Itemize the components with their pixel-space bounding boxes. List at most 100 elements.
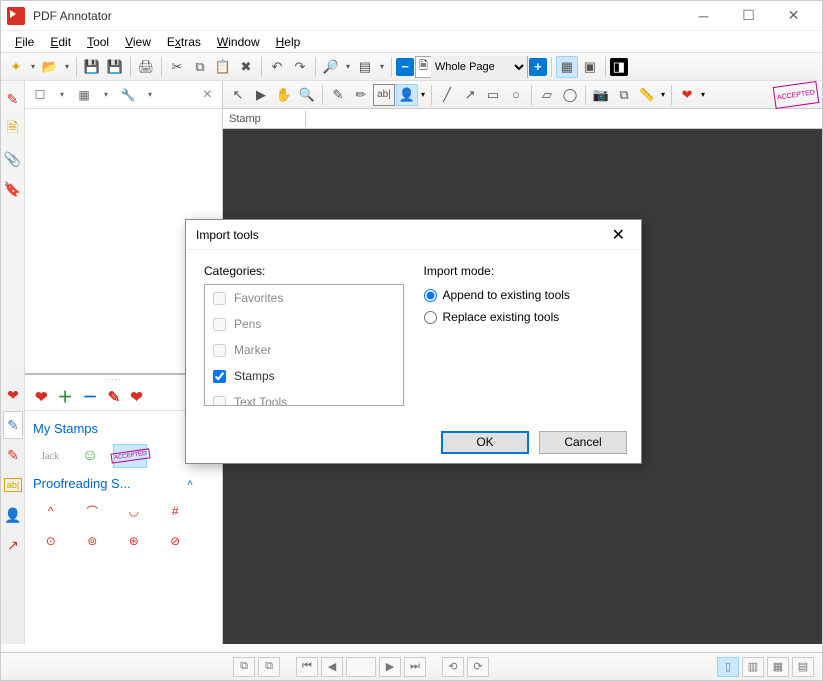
nav-btn-2[interactable]: ⧉ <box>258 657 280 677</box>
menu-help[interactable]: Help <box>268 33 309 51</box>
category-stamps[interactable]: Stamps <box>205 363 403 389</box>
checkbox-marker[interactable] <box>213 344 226 357</box>
menu-edit[interactable]: Edit <box>42 33 79 51</box>
gutter-bookmark-icon[interactable]: 🔖 <box>3 175 23 203</box>
view-twocont-icon[interactable]: ▤ <box>792 657 814 677</box>
stamp-tool-icon[interactable]: 👤 <box>396 84 418 106</box>
nav-last-icon[interactable]: ⏭ <box>404 657 426 677</box>
cancel-button[interactable]: Cancel <box>539 431 627 454</box>
tab-doc-icon[interactable]: ☐ <box>31 86 49 104</box>
tab-wrench-dd[interactable]: ▾ <box>141 86 159 104</box>
section-my-stamps[interactable]: My Stamps ˄ <box>33 417 193 440</box>
stamp-dd[interactable]: ▾ <box>419 90 427 99</box>
menu-window[interactable]: Window <box>209 33 268 51</box>
save-icon[interactable]: 💾 <box>81 56 103 78</box>
tab-book-icon[interactable]: ▦ <box>75 86 93 104</box>
undo-icon[interactable]: ↶ <box>266 56 288 78</box>
open-icon[interactable]: 📂 <box>39 56 61 78</box>
ruler-icon[interactable]: 📏 <box>636 84 658 106</box>
ruler-dd[interactable]: ▾ <box>659 90 667 99</box>
nav-btn-1[interactable]: ⧉ <box>233 657 255 677</box>
stamp-accepted[interactable]: ACCEPTED <box>113 444 147 468</box>
marker-tool-icon[interactable]: ✏ <box>350 84 372 106</box>
maximize-button[interactable]: ☐ <box>726 1 771 31</box>
view-single-icon[interactable]: ▯ <box>717 657 739 677</box>
stamp-jack[interactable]: Jack <box>33 444 67 468</box>
redo-icon[interactable]: ↷ <box>289 56 311 78</box>
tab-wrench-icon[interactable]: 🔧 <box>119 86 137 104</box>
menu-view[interactable]: View <box>117 33 159 51</box>
find-icon[interactable]: 🔎 <box>320 56 342 78</box>
fullscreen-button[interactable]: ◨ <box>610 58 628 76</box>
section-proofreading[interactable]: Proofreading S... ˄ <box>33 472 193 495</box>
checkbox-text-tools[interactable] <box>213 396 226 407</box>
proof-mark-6[interactable]: ⊚ <box>79 531 107 551</box>
open-dropdown[interactable]: ▾ <box>62 62 72 71</box>
eraser-tool-icon[interactable]: ▱ <box>536 84 558 106</box>
panel-edit-icon[interactable]: ✎ <box>108 388 121 406</box>
pen-tool-icon[interactable]: ✎ <box>327 84 349 106</box>
minimize-button[interactable]: ─ <box>681 1 726 31</box>
zoom-icon[interactable]: 🔍 <box>296 84 318 106</box>
pointer-icon[interactable]: ↖ <box>227 84 249 106</box>
tool-pen2-icon[interactable]: ✎ <box>3 411 23 439</box>
gutter-attach-icon[interactable]: 📎 <box>3 145 23 173</box>
checkbox-pens[interactable] <box>213 318 226 331</box>
favorite-icon[interactable]: ❤ <box>676 84 698 106</box>
copy-icon[interactable]: ⧉ <box>189 56 211 78</box>
text-tool-icon[interactable]: ab| <box>373 84 395 106</box>
menu-file[interactable]: File <box>7 33 42 51</box>
nav-prev-icon[interactable]: ◀ <box>321 657 343 677</box>
nav-page-field[interactable] <box>346 657 376 677</box>
category-favorites[interactable]: Favorites <box>205 285 403 311</box>
stamp-smile[interactable]: ☺ <box>73 444 107 468</box>
panel-fav-icon[interactable]: ❤ <box>35 388 48 406</box>
bookmark-dropdown[interactable]: ▾ <box>377 62 387 71</box>
zoom-in-button[interactable]: + <box>529 58 547 76</box>
zoom-out-button[interactable]: − <box>396 58 414 76</box>
radio-append[interactable] <box>424 289 437 302</box>
view-cont-icon[interactable]: ▥ <box>742 657 764 677</box>
new-dropdown[interactable]: ▾ <box>28 62 38 71</box>
lasso-icon[interactable]: ▶ <box>250 84 272 106</box>
proof-mark-3[interactable]: ◡ <box>120 501 148 521</box>
proof-mark-1[interactable]: ^ <box>37 501 65 521</box>
checkbox-favorites[interactable] <box>213 292 226 305</box>
tool-heart-icon[interactable]: ❤ <box>3 381 23 409</box>
tool-pencil-icon[interactable]: ✎ <box>3 441 23 469</box>
gutter-pen-icon[interactable]: ✎ <box>3 85 23 113</box>
proof-mark-8[interactable]: ⊘ <box>162 531 190 551</box>
tab-book-dd[interactable]: ▾ <box>97 86 115 104</box>
arrow-tool-icon[interactable]: ↗ <box>459 84 481 106</box>
camera-icon[interactable]: 📷 <box>590 84 612 106</box>
line-tool-icon[interactable]: ╱ <box>436 84 458 106</box>
categories-list[interactable]: Favorites Pens Marker Stamps Text Tools <box>204 284 404 406</box>
proof-mark-7[interactable]: ⊛ <box>120 531 148 551</box>
nav-fwd-icon[interactable]: ⟳ <box>467 657 489 677</box>
proof-mark-4[interactable]: # <box>162 501 190 521</box>
tab-close-icon[interactable]: × <box>199 86 216 104</box>
menu-extras[interactable]: Extras <box>159 33 209 51</box>
zoom-select[interactable]: Whole Page <box>431 56 527 78</box>
layout1-button[interactable]: ▦ <box>556 56 578 78</box>
tool-arrow2-icon[interactable]: ↗ <box>3 531 23 559</box>
paste-icon[interactable]: 📋 <box>212 56 234 78</box>
saveas-icon[interactable]: 💾 <box>104 56 126 78</box>
radio-replace[interactable] <box>424 311 437 324</box>
nav-back-icon[interactable]: ⟲ <box>442 657 464 677</box>
favorite-dd[interactable]: ▾ <box>699 90 707 99</box>
rect-tool-icon[interactable]: ▭ <box>482 84 504 106</box>
nav-next-icon[interactable]: ▶ <box>379 657 401 677</box>
category-pens[interactable]: Pens <box>205 311 403 337</box>
menu-tool[interactable]: Tool <box>79 33 117 51</box>
layout2-button[interactable]: ▣ <box>579 56 601 78</box>
panel-remove-icon[interactable]: － <box>83 386 98 407</box>
ellipse-tool-icon[interactable]: ○ <box>505 84 527 106</box>
delete-icon[interactable]: ✖ <box>235 56 257 78</box>
proof-mark-2[interactable]: ⌒ <box>79 501 107 521</box>
ok-button[interactable]: OK <box>441 431 529 454</box>
radio-append-row[interactable]: Append to existing tools <box>424 284 624 306</box>
gutter-file-icon[interactable]: 🗎 <box>3 115 23 143</box>
cut-icon[interactable]: ✂ <box>166 56 188 78</box>
lasso-select-icon[interactable]: ◯ <box>559 84 581 106</box>
